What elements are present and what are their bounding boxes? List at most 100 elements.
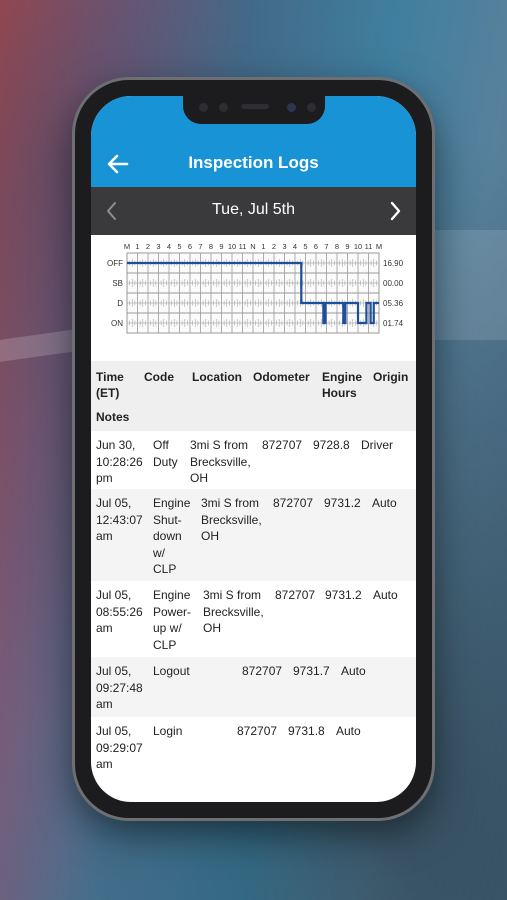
- header-time-line: (ET): [96, 386, 120, 400]
- graph-hour-label: M: [124, 242, 130, 251]
- table-row[interactable]: Jul 05, 12:43:07 am Engine Shut- down w/…: [91, 489, 416, 581]
- cell-origin: Driver: [361, 438, 393, 452]
- cell-time: Jul 05, 09:27:48 am: [96, 663, 143, 713]
- table-row[interactable]: Jul 05, 08:55:26 am Engine Power- up w/ …: [91, 581, 416, 657]
- current-date: Tue, Jul 5th: [211, 201, 295, 218]
- header-time: Time (ET): [96, 369, 124, 401]
- cell-location: 3mi S from Brecksville, OH: [203, 587, 264, 637]
- text-line: am: [96, 697, 113, 711]
- text-line: Shut-: [153, 512, 182, 527]
- header-odometer: Odometer: [253, 370, 310, 384]
- cell-odometer: 872707: [262, 438, 303, 452]
- graph-hour-label: 2: [146, 242, 150, 251]
- cell-origin: Auto: [372, 496, 397, 510]
- background-panel: [420, 230, 507, 340]
- text-line: Jul 05,: [96, 724, 132, 738]
- text-line: Brecksville,: [203, 604, 264, 619]
- header-code: Code: [144, 370, 174, 384]
- graph-hour-label: 5: [303, 242, 307, 251]
- graph-hour-label: 8: [209, 242, 213, 251]
- text-line: 10:28:26: [96, 454, 143, 469]
- cell-odometer: 872707: [242, 664, 283, 678]
- text-line: Jun 30,: [96, 438, 136, 452]
- phone-screen: Inspection Logs Tue, Jul 5th OFF 16.90 SB 0…: [91, 96, 416, 802]
- graph-hour-label: M: [376, 242, 382, 251]
- graph-total-label: 16.90: [383, 259, 404, 268]
- graph-hour-label: 1: [135, 242, 139, 251]
- graph-hour-label: 9: [345, 242, 349, 251]
- graph-total-label: 00.00: [383, 279, 404, 288]
- graph-hour-label: 3: [282, 242, 286, 251]
- text-line: Login: [153, 724, 183, 738]
- text-line: Jul 05,: [96, 664, 132, 678]
- graph-hour-label: 3: [156, 242, 160, 251]
- graph-hour-label: 7: [324, 242, 328, 251]
- text-line: Brecksville,: [190, 454, 251, 469]
- text-line: 09:29:07: [96, 740, 143, 755]
- text-line: Logout: [153, 664, 190, 678]
- graph-status-label: OFF: [107, 259, 123, 268]
- sensor-dot: [307, 103, 316, 112]
- text-line: CLP: [153, 562, 177, 576]
- table-row[interactable]: Jul 05, 09:27:48 am Logout 872707 9731.7…: [91, 657, 416, 717]
- text-line: pm: [96, 471, 113, 485]
- text-line: Jul 05,: [96, 588, 132, 602]
- graph-hour-label: 11: [239, 242, 247, 251]
- graph-hour-label: N: [250, 242, 255, 251]
- graph-hour-label: 1: [261, 242, 265, 251]
- cell-origin: Auto: [341, 664, 366, 678]
- text-line: down: [153, 529, 182, 543]
- phone-frame: Inspection Logs Tue, Jul 5th OFF 16.90 SB 0…: [75, 80, 432, 818]
- graph-hour-label: 2: [272, 242, 276, 251]
- text-line: w/: [153, 545, 165, 560]
- graph-status-label: SB: [112, 279, 123, 288]
- text-line: 09:27:48: [96, 680, 143, 695]
- header-engine-hours-line: Engine: [322, 370, 363, 384]
- graph-hour-label: 6: [314, 242, 318, 251]
- text-line: Power-: [153, 604, 192, 619]
- cell-code: Engine Shut- down w/ CLP: [153, 495, 190, 578]
- header-origin: Origin: [373, 370, 409, 384]
- graph-hour-label: 7: [198, 242, 202, 251]
- table-row[interactable]: Jul 05, 09:29:07 am Login 872707 9731.8 …: [91, 717, 416, 777]
- cell-time: Jul 05, 08:55:26 am: [96, 587, 143, 637]
- next-day-button[interactable]: [384, 199, 406, 223]
- text-line: OH: [203, 621, 221, 635]
- text-line: CLP: [153, 637, 177, 652]
- header-time-line: Time: [96, 370, 124, 384]
- text-line: am: [96, 529, 113, 543]
- cell-code: Logout: [153, 663, 190, 680]
- graph-status-label: D: [117, 299, 123, 308]
- front-camera: [287, 103, 296, 112]
- header-location: Location: [192, 370, 242, 384]
- table-header: Time (ET) Code Location Odometer Engine …: [91, 361, 416, 431]
- cell-engine-hours: 9731.7: [293, 664, 330, 678]
- sensor-dot: [219, 103, 228, 112]
- cell-time: Jul 05, 12:43:07 am: [96, 495, 143, 545]
- cell-engine-hours: 9731.2: [324, 496, 361, 510]
- header-engine-hours: Engine Hours: [322, 369, 362, 401]
- table-row[interactable]: Jun 30, 10:28:26 pm Off Duty 3mi S from …: [91, 431, 416, 489]
- cell-time: Jun 30, 10:28:26 pm: [96, 437, 143, 487]
- cell-code: Off Duty: [153, 437, 178, 470]
- text-line: OH: [201, 529, 219, 543]
- graph-hour-label: 10: [228, 242, 236, 251]
- graph-total-label: 05.36: [383, 299, 404, 308]
- graph-hour-label: 11: [365, 242, 373, 251]
- graph-total-label: 01.74: [383, 319, 404, 328]
- graph-hour-label: 6: [188, 242, 192, 251]
- cell-odometer: 872707: [237, 724, 278, 738]
- sensor-dot: [199, 103, 208, 112]
- cell-odometer: 872707: [273, 496, 314, 510]
- text-line: am: [96, 621, 113, 635]
- cell-origin: Auto: [336, 724, 361, 738]
- date-navigation: Tue, Jul 5th: [91, 187, 416, 235]
- inspection-log-table: Time (ET) Code Location Odometer Engine …: [91, 361, 416, 777]
- text-line: Engine: [153, 496, 191, 510]
- text-line: up w/: [153, 621, 182, 635]
- duty-status-graph-svg: OFF 16.90SB 00.00D 05.36ON 01.74M 1 2 3 4 5 6 7 8 9 10…: [107, 242, 404, 334]
- text-line: 3mi S from: [203, 588, 262, 602]
- text-line: 08:55:26: [96, 604, 143, 619]
- cell-location: 3mi S from Brecksville, OH: [201, 495, 262, 545]
- cell-engine-hours: 9731.8: [288, 724, 325, 738]
